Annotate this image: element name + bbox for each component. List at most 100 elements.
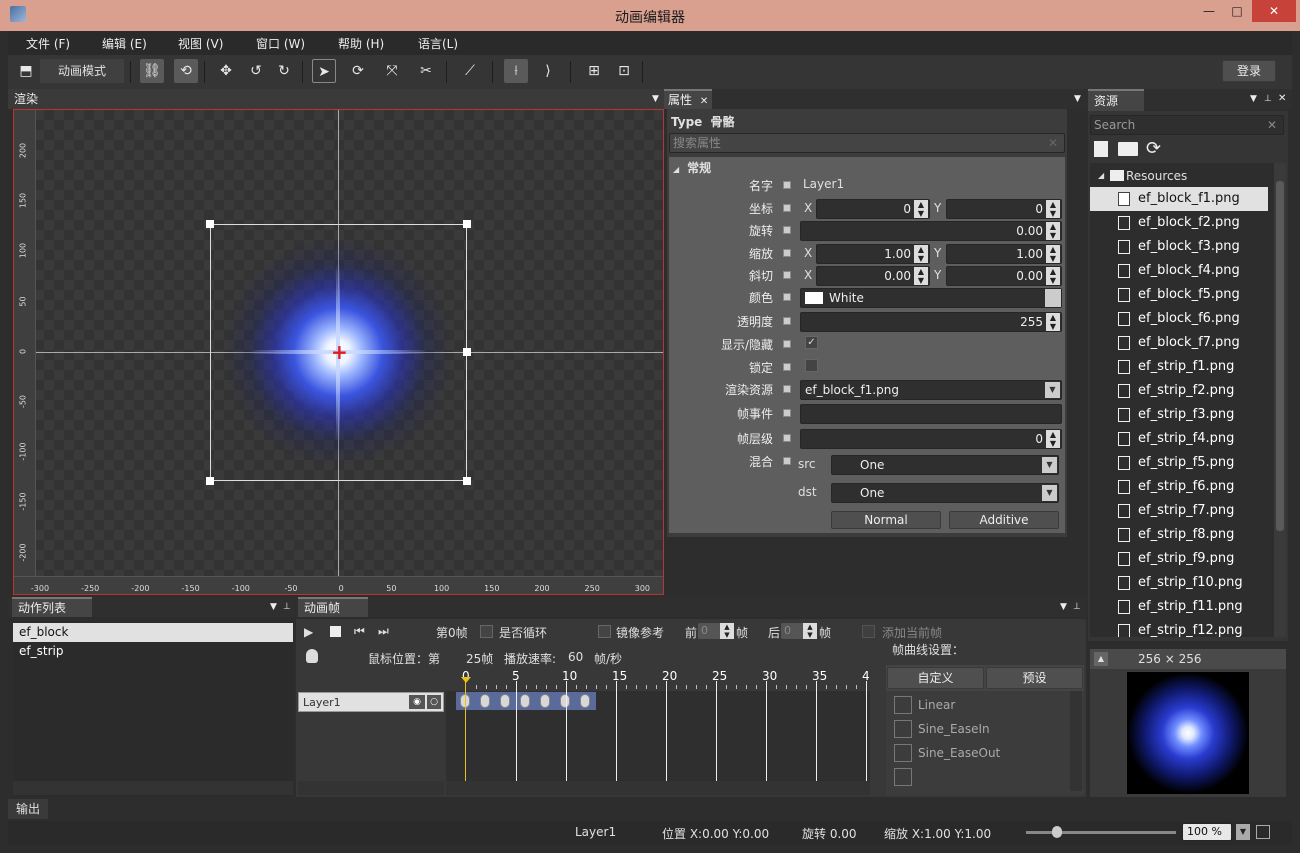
rotate-left-icon[interactable]: ↺ bbox=[244, 59, 268, 83]
bone-icon[interactable]: ⟋ bbox=[458, 59, 482, 83]
handle-mid-right[interactable] bbox=[463, 348, 471, 356]
handle-top-right[interactable] bbox=[463, 220, 471, 228]
zoom-dropdown-icon[interactable]: ▼ bbox=[1236, 824, 1250, 840]
zoom-slider-thumb[interactable] bbox=[1052, 826, 1062, 838]
resource-item[interactable]: ef_block_f2.png bbox=[1090, 211, 1268, 235]
resource-item[interactable]: ef_strip_f5.png bbox=[1090, 451, 1268, 475]
lock-checkbox[interactable] bbox=[805, 359, 818, 372]
tab-properties[interactable]: 属性 ✕ bbox=[664, 89, 712, 109]
tab-timeline[interactable]: 动画帧 bbox=[298, 597, 368, 617]
handle-bottom-right[interactable] bbox=[463, 477, 471, 485]
position-x-input[interactable]: 0 ▲ ▼ bbox=[816, 199, 930, 219]
keyframe[interactable] bbox=[500, 694, 510, 708]
tab-actions[interactable]: 动作列表 bbox=[12, 597, 92, 617]
position-y-input[interactable]: 0 ▲ ▼ bbox=[946, 199, 1062, 219]
curve-scrollbar[interactable] bbox=[1070, 691, 1082, 791]
normal-blend-button[interactable]: Normal bbox=[831, 511, 941, 529]
fit-view-icon[interactable] bbox=[1256, 825, 1270, 839]
resource-item[interactable]: ef_block_f3.png bbox=[1090, 235, 1268, 259]
zoom-slider[interactable] bbox=[1026, 831, 1176, 834]
menu-help[interactable]: 帮助 (H) bbox=[338, 35, 384, 52]
zoom-input[interactable]: 100 % bbox=[1182, 823, 1232, 841]
resource-search-input[interactable]: Search ✕ bbox=[1090, 115, 1284, 135]
playhead-marker[interactable] bbox=[461, 677, 471, 683]
collapse-preview-icon[interactable]: ▲ bbox=[1094, 652, 1108, 666]
visible-label-marker[interactable] bbox=[783, 340, 791, 348]
pin-icon[interactable]: ⊥ bbox=[283, 597, 291, 617]
lock-label-marker[interactable] bbox=[783, 363, 791, 371]
pin-icon[interactable]: ⊥ bbox=[1264, 89, 1272, 109]
scrollbar-thumb[interactable] bbox=[1276, 181, 1284, 531]
name-label-marker[interactable] bbox=[783, 181, 791, 189]
resource-item[interactable]: ef_strip_f3.png bbox=[1090, 403, 1268, 427]
close-button[interactable]: ✕ bbox=[1252, 0, 1296, 22]
skew-x-input[interactable]: 0.00 ▲ ▼ bbox=[816, 266, 930, 286]
menu-language[interactable]: 语言(L) bbox=[418, 35, 458, 52]
general-section-header[interactable]: ◢ 常规 bbox=[673, 159, 711, 176]
scale-tool-icon[interactable]: ⤧ bbox=[380, 59, 404, 83]
menu-view[interactable]: 视图 (V) bbox=[178, 35, 223, 52]
keyframe[interactable] bbox=[480, 694, 490, 708]
resource-item[interactable]: ef_strip_f10.png bbox=[1090, 571, 1268, 595]
scale-x-input[interactable]: 1.00 ▲ ▼ bbox=[816, 244, 930, 264]
resource-item[interactable]: ef_strip_f9.png bbox=[1090, 547, 1268, 571]
panel-menu-icon[interactable]: ▼ bbox=[1074, 89, 1081, 109]
open-folder-icon[interactable] bbox=[1118, 142, 1138, 156]
resource-item[interactable]: ef_block_f4.png bbox=[1090, 259, 1268, 283]
tab-resources[interactable]: 资源 bbox=[1088, 89, 1144, 111]
mirror-checkbox[interactable] bbox=[598, 625, 611, 638]
eye-icon[interactable]: ◉ bbox=[409, 695, 425, 709]
frame-event-label-marker[interactable] bbox=[783, 409, 791, 417]
resource-item[interactable]: ef_strip_f7.png bbox=[1090, 499, 1268, 523]
timeline-left-scrollbar[interactable] bbox=[298, 781, 444, 795]
rotate-tool-icon[interactable]: ⟳ bbox=[346, 59, 370, 83]
move-icon[interactable]: ✥ bbox=[214, 59, 238, 83]
before-frames-input[interactable]: 0 ▲ ▼ bbox=[698, 623, 734, 639]
playhead[interactable] bbox=[465, 681, 466, 781]
menu-window[interactable]: 窗口 (W) bbox=[256, 35, 305, 52]
visible-checkbox[interactable]: ✓ bbox=[805, 336, 818, 349]
action-list-scrollbar[interactable] bbox=[13, 781, 293, 795]
keyframe[interactable] bbox=[520, 694, 530, 708]
clear-search-icon[interactable]: ✕ bbox=[1267, 116, 1277, 134]
layer-row[interactable]: Layer1 ◉ ○ bbox=[298, 692, 444, 712]
chevron-down-icon[interactable]: ▼ bbox=[1042, 485, 1057, 501]
loop-checkbox[interactable] bbox=[480, 625, 493, 638]
color-label-marker[interactable] bbox=[783, 293, 791, 301]
frame-layer-input[interactable]: 0 ▲ ▼ bbox=[800, 429, 1062, 449]
first-frame-button[interactable]: ⏮ bbox=[354, 624, 365, 639]
color-picker[interactable]: White bbox=[800, 288, 1062, 308]
render-canvas[interactable]: -300 -250 -200 -150 -100 -50 0 50 100 150 200 250 30… bbox=[13, 109, 664, 595]
scale-y-input[interactable]: 1.00 ▲ ▼ bbox=[946, 244, 1062, 264]
additive-blend-button[interactable]: Additive bbox=[949, 511, 1059, 529]
menu-file[interactable]: 文件 (F) bbox=[26, 35, 70, 52]
after-frames-spinner[interactable]: ▲ ▼ bbox=[803, 623, 817, 639]
after-frames-input[interactable]: 0 ▲ ▼ bbox=[781, 623, 817, 639]
chevron-down-icon[interactable]: ▼ bbox=[1042, 457, 1057, 473]
panel-menu-icon[interactable]: ▼ bbox=[1060, 597, 1067, 617]
resource-select[interactable]: ef_block_f1.png ▼ bbox=[800, 380, 1062, 400]
resource-item[interactable]: ef_strip_f4.png bbox=[1090, 427, 1268, 451]
name-value[interactable]: Layer1 bbox=[803, 177, 844, 191]
handle-top-left[interactable] bbox=[206, 220, 214, 228]
curve-sine-easein[interactable]: Sine_EaseIn bbox=[890, 717, 1080, 741]
handle-bottom-left[interactable] bbox=[206, 477, 214, 485]
opacity-input[interactable]: 255 ▲ ▼ bbox=[800, 312, 1062, 332]
custom-curve-tab[interactable]: 自定义 bbox=[887, 667, 984, 689]
resource-scrollbar[interactable] bbox=[1274, 163, 1286, 637]
opacity-label-marker[interactable] bbox=[783, 317, 791, 325]
resource-item[interactable]: ef_block_f1.png bbox=[1090, 187, 1268, 211]
keyframe[interactable] bbox=[580, 694, 590, 708]
frame-layer-label-marker[interactable] bbox=[783, 434, 791, 442]
action-item[interactable]: ef_block bbox=[13, 623, 293, 642]
close-panel-icon[interactable]: ✕ bbox=[1278, 89, 1286, 109]
maximize-button[interactable]: □ bbox=[1222, 0, 1252, 22]
anchor-cross-icon[interactable]: + bbox=[331, 342, 348, 362]
property-search-input[interactable]: 搜索属性 ✕ bbox=[669, 133, 1065, 153]
resource-item[interactable]: ef_block_f6.png bbox=[1090, 307, 1268, 331]
curve-sine-easeout[interactable]: Sine_EaseOut bbox=[890, 741, 1080, 765]
clear-search-icon[interactable]: ✕ bbox=[1048, 134, 1058, 152]
mode-icon[interactable]: ⬒ bbox=[14, 59, 38, 83]
link-icon[interactable]: ⛓ bbox=[140, 59, 164, 83]
pin-icon[interactable]: ⊥ bbox=[1073, 597, 1081, 617]
